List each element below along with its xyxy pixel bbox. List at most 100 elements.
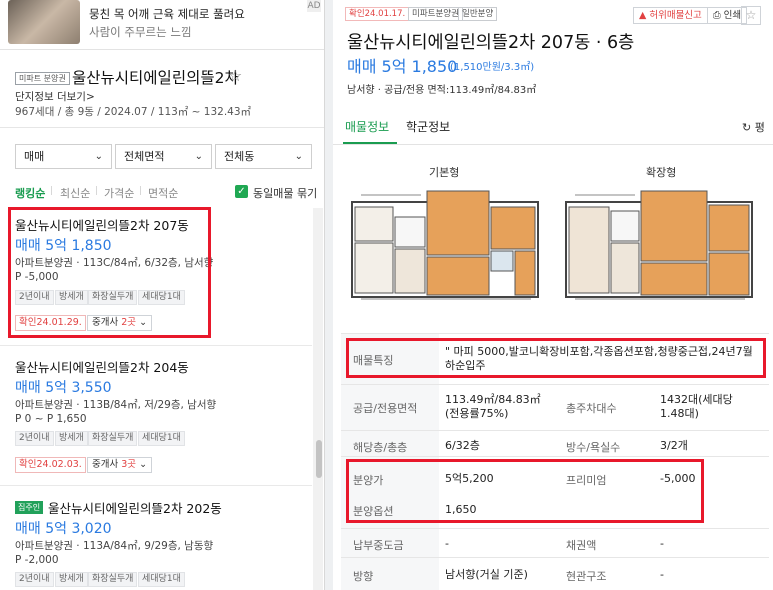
direction-label: 방향: [353, 570, 374, 583]
parking-label: 총주차대수: [566, 402, 617, 415]
favorite-star-icon[interactable]: ☆: [228, 66, 242, 85]
listing-panel: 뭉친 목 어깨 근육 제대로 풀려요 사람이 주무르는 느낌 AD 미파트 분양…: [0, 0, 325, 590]
floor-plan-extended-image[interactable]: [565, 187, 753, 302]
listing-price: 매매 5억 3,550: [15, 380, 112, 396]
tag: 세대당1대: [138, 572, 185, 587]
complex-info-link[interactable]: 단지정보 더보기>: [15, 89, 95, 104]
direction-value: 남서향(거실 기준): [445, 568, 528, 581]
deal-type-select[interactable]: 매매 ⌄: [15, 144, 112, 169]
type-badge: 미파트분양권: [408, 7, 463, 21]
scrollbar[interactable]: [313, 208, 323, 590]
plan-label-extended: 확장형: [646, 166, 677, 179]
chevron-down-icon: ⌄: [294, 151, 303, 162]
detail-title: 울산뉴시티에일린의뜰2차 207동 · 6층: [347, 33, 635, 53]
loan-value: -: [660, 537, 664, 550]
detail-panel: 확인24.01.17. 미파트분양권 일반분양 ▲ 허위매물신고 ⎙ 인쇄 ☆ …: [333, 0, 773, 590]
listing-info: 아파트분양권 · 113B/84㎡, 저/29층, 남서향: [15, 399, 217, 411]
divider: [341, 557, 769, 558]
ad-close-icon[interactable]: AD: [307, 0, 321, 12]
confirm-date-badge: 확인24.01.17.: [345, 7, 410, 21]
rooms-label: 방수/욕실수: [566, 441, 621, 454]
floor-label: 해당층/총층: [353, 441, 408, 454]
sort-latest[interactable]: 최신순: [60, 185, 90, 201]
plan-label-basic: 기본형: [429, 166, 460, 179]
sort-separator: |: [139, 186, 143, 196]
tag: 화장실두개: [88, 572, 138, 587]
highlight-box: [8, 207, 211, 338]
chevron-down-icon: ⌄: [139, 459, 148, 470]
refresh-icon: ↻: [742, 121, 752, 134]
ad-banner[interactable]: 뭉친 목 어깨 근육 제대로 풀려요 사람이 주무르는 느낌 AD: [0, 0, 324, 50]
highlight-box: [346, 338, 766, 378]
building-value: 전체동: [224, 150, 255, 163]
owner-badge: 집주인: [15, 501, 44, 514]
divider: [0, 485, 312, 486]
detail-price-per-pyeong: (1,510만원/3.3㎡): [450, 62, 535, 73]
agent-count-dropdown[interactable]: 중개사 3곳 ⌄: [87, 457, 153, 473]
unit-toggle-button[interactable]: ↻ 평: [742, 119, 765, 135]
highlight-box: [346, 459, 704, 523]
sort-price[interactable]: 가격순: [104, 185, 134, 201]
tag: 세대당1대: [138, 431, 185, 446]
tag: 2년이내: [15, 572, 54, 587]
area-value: 113.49㎡/84.83㎡(전용률75%): [445, 393, 541, 420]
loan-label: 채권액: [566, 539, 597, 552]
tag: 화장실두개: [88, 431, 138, 446]
listing-title[interactable]: 울산뉴시티에일린의뜰2차 204동: [15, 357, 189, 376]
deal-type-value: 매매: [24, 150, 45, 163]
panel-divider: [325, 0, 333, 590]
building-select[interactable]: 전체동 ⌄: [215, 144, 312, 169]
entrance-label: 현관구조: [566, 570, 607, 583]
listing-title[interactable]: 울산뉴시티에일린의뜰2차 202동: [48, 498, 222, 517]
floor-plan-basic-image[interactable]: [351, 187, 539, 302]
sort-separator: |: [95, 186, 99, 196]
sale-type-badge: 일반분양: [458, 7, 498, 21]
tab-listing-info[interactable]: 매물정보: [345, 118, 389, 135]
print-label: 인쇄: [723, 10, 742, 21]
ad-title[interactable]: 뭉친 목 어깨 근육 제대로 풀려요: [89, 6, 245, 22]
unit-toggle-label: 평: [754, 121, 765, 134]
entrance-value: -: [660, 568, 664, 581]
area-label: 공급/전용면적: [353, 402, 418, 415]
tag: 방세개: [55, 431, 88, 446]
rooms-value: 3/2개: [660, 439, 688, 452]
divider: [341, 384, 769, 385]
sort-separator: |: [50, 186, 54, 196]
chevron-down-icon: ⌄: [194, 151, 203, 162]
listing-premium: P -2,000: [15, 554, 59, 566]
divider: [341, 430, 769, 431]
detail-price: 매매 5억 1,850: [347, 57, 458, 76]
listing-info: 아파트분양권 · 113A/84㎡, 9/29층, 남동향: [15, 540, 214, 552]
confirm-date-badge: 확인24.02.03.: [15, 457, 86, 473]
listing-price: 매매 5억 3,020: [15, 521, 112, 537]
floor-value: 6/32층: [445, 439, 480, 452]
complex-meta: 967세대 / 총 9동 / 2024.07 / 113㎡ ~ 132.43㎡: [15, 106, 252, 118]
complex-name: 울산뉴시티에일린의뜰2차: [72, 69, 239, 87]
favorite-star-icon[interactable]: ☆: [741, 6, 761, 25]
sort-ranking[interactable]: 랭킹순: [15, 185, 45, 201]
same-listing-label[interactable]: 동일매물 묶기: [253, 185, 317, 201]
divider: [0, 127, 324, 128]
divider: [341, 528, 769, 529]
report-label: 허위매물신고: [649, 10, 702, 21]
siren-icon: ▲: [639, 10, 647, 21]
divider: [333, 144, 773, 145]
scrollbar-thumb[interactable]: [316, 440, 322, 478]
tab-school-info[interactable]: 학군정보: [406, 118, 450, 135]
ad-subtitle: 사람이 주무르는 느낌: [89, 25, 192, 39]
complex-type-badge: 미파트 분양권: [15, 72, 70, 85]
print-icon: ⎙: [713, 10, 721, 21]
paid-label: 납부중도금: [353, 539, 404, 552]
ad-thumbnail[interactable]: [8, 0, 80, 44]
tag: 2년이내: [15, 431, 54, 446]
chevron-down-icon: ⌄: [94, 151, 103, 162]
detail-meta: 남서향 · 공급/전용 면적:113.49㎡/84.83㎡: [347, 85, 537, 96]
report-button[interactable]: ▲ 허위매물신고: [633, 7, 708, 24]
checkbox-checked-icon[interactable]: ✓: [235, 185, 248, 198]
agent-prefix: 중개사: [92, 459, 119, 470]
area-value: 전체면적: [124, 150, 165, 163]
tag: 방세개: [55, 572, 88, 587]
area-select[interactable]: 전체면적 ⌄: [115, 144, 212, 169]
sort-area[interactable]: 면적순: [148, 185, 178, 201]
listing-premium: P 0 ~ P 1,650: [15, 413, 87, 425]
